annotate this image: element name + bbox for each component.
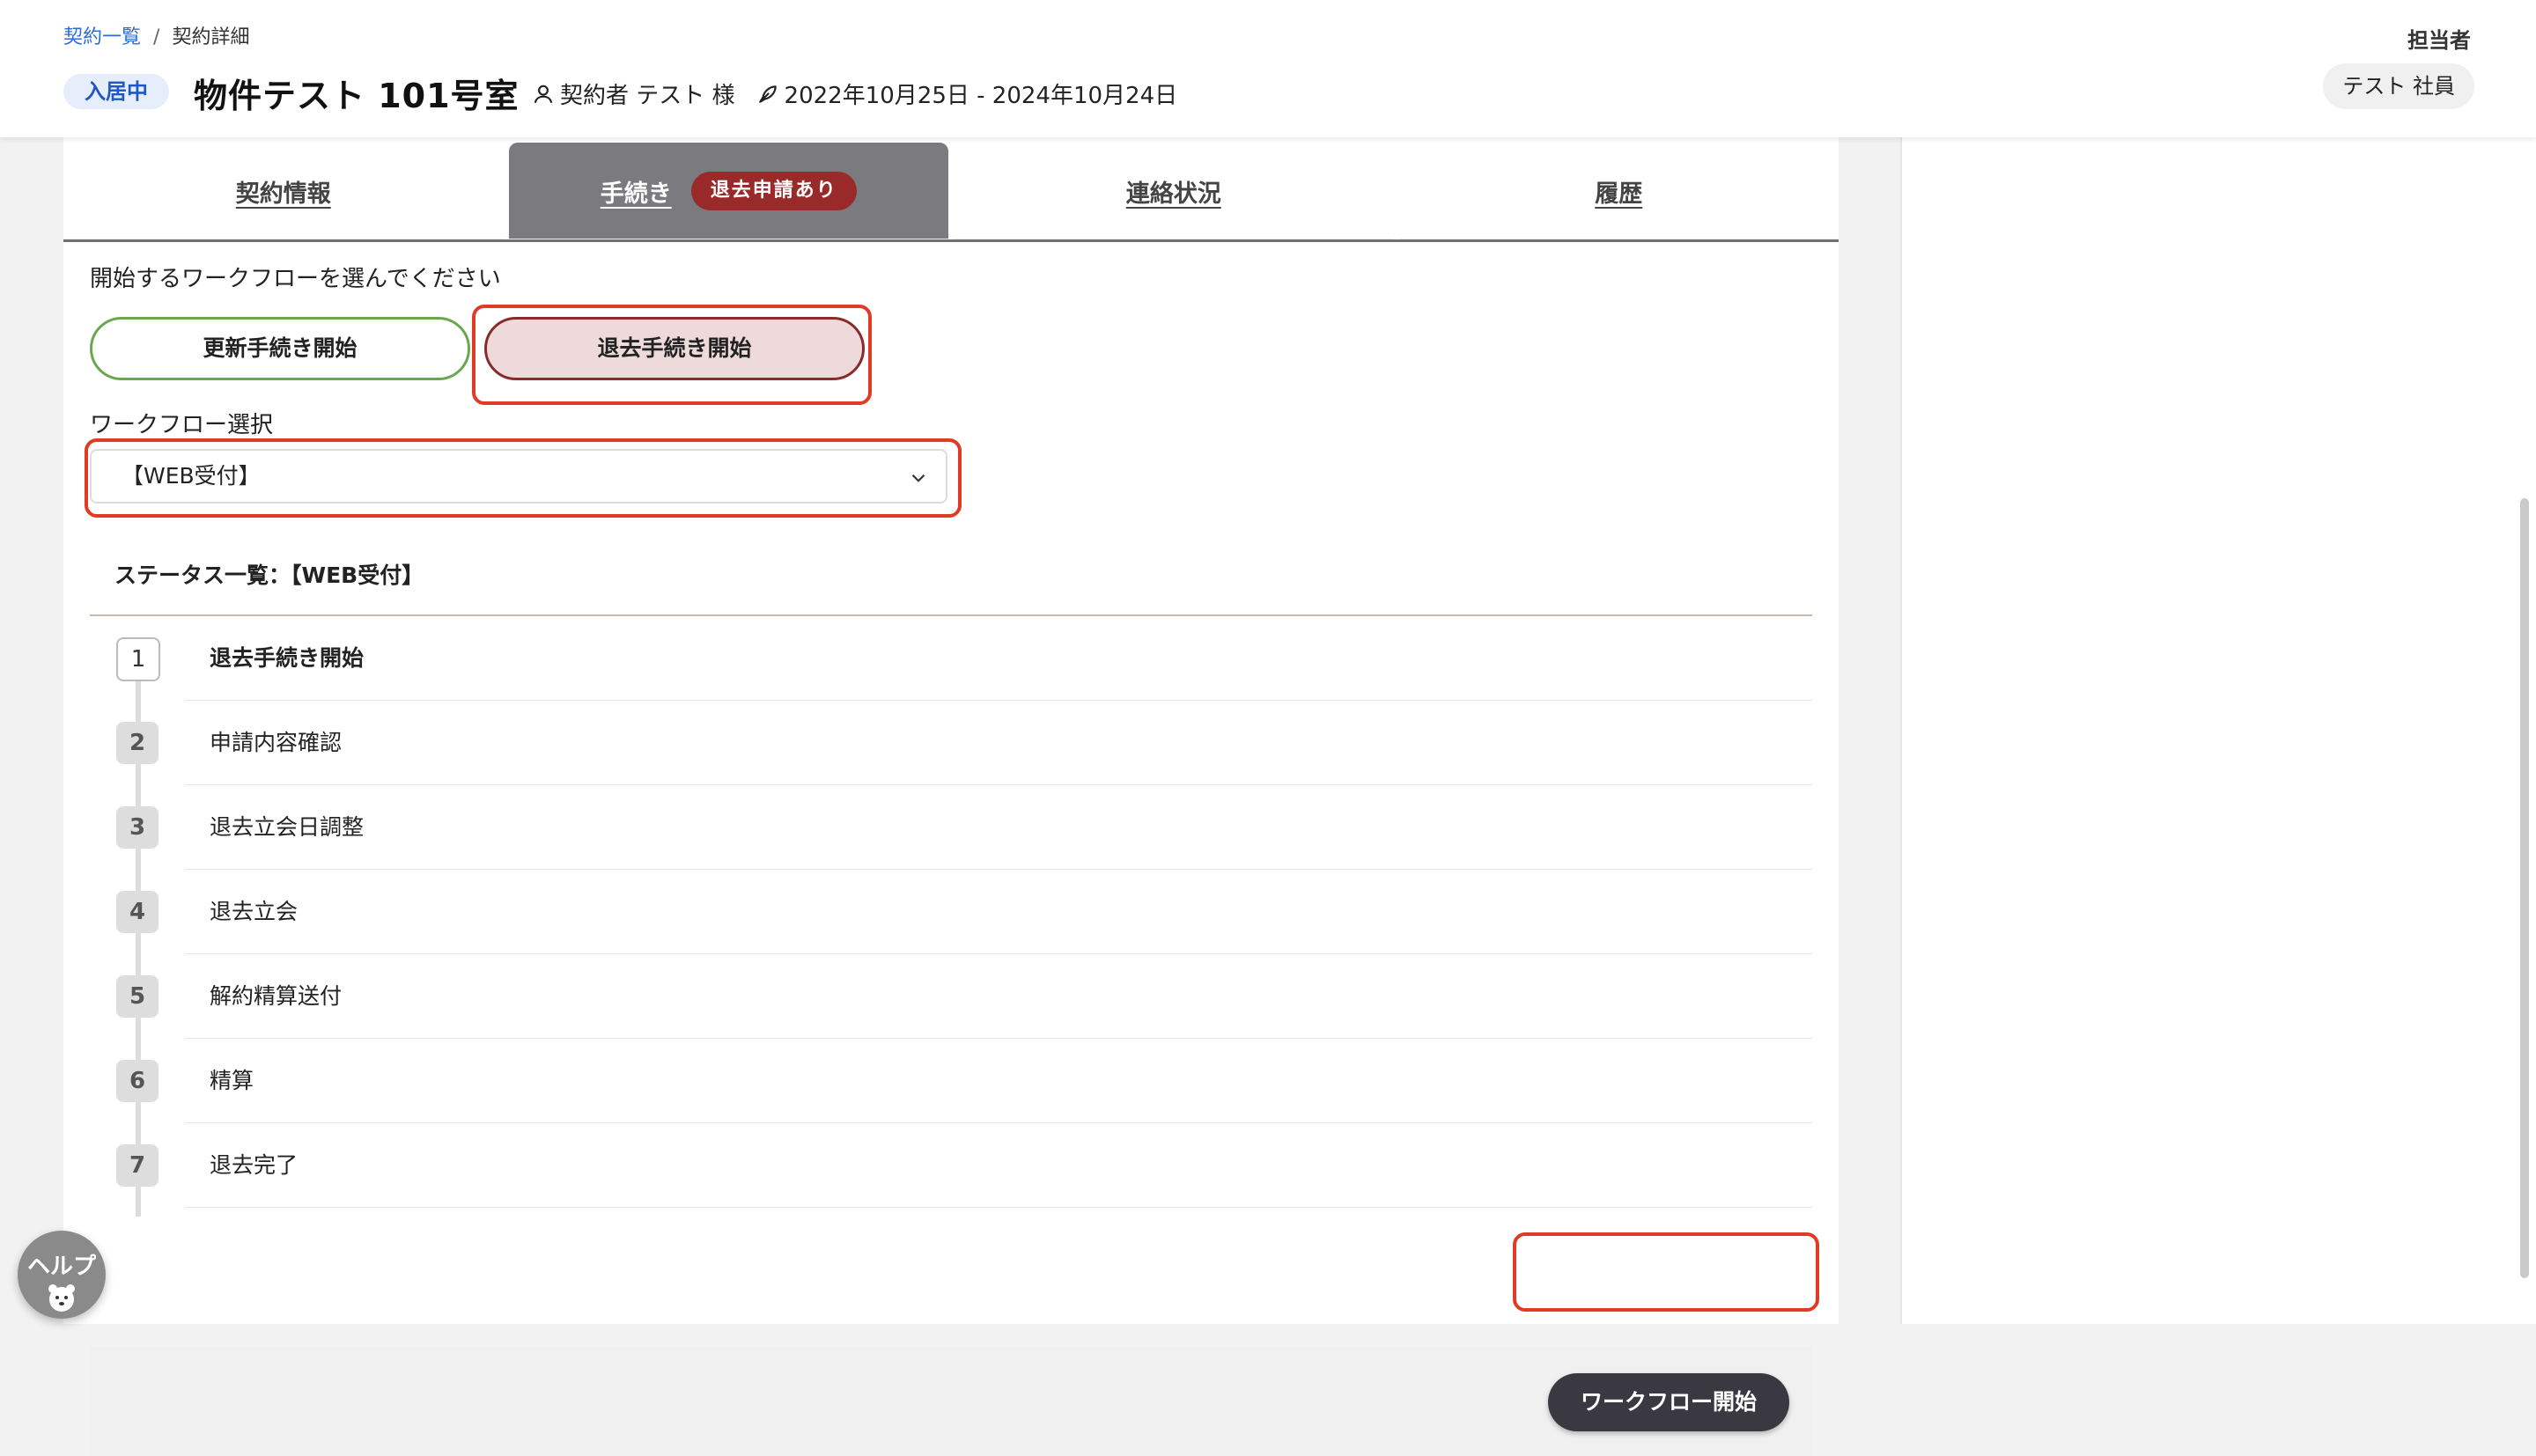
step-name: 申請内容確認 xyxy=(210,730,343,755)
status-badge: 入居中 xyxy=(63,74,169,109)
step-name: 退去立会 xyxy=(210,899,299,924)
help-label: ヘルプ xyxy=(26,1254,96,1280)
status-list-title: ステータス一覧：【WEB受付】 xyxy=(114,563,424,588)
breadcrumb: 契約一覧 / 契約詳細 xyxy=(63,21,249,49)
step-name: 退去手続き開始 xyxy=(210,645,365,671)
mascot-icon xyxy=(48,1284,75,1312)
page-title: 物件テスト 101号室 xyxy=(194,77,520,115)
exit-request-badge: 退去申請あり xyxy=(690,172,857,210)
breadcrumb-current: 契約詳細 xyxy=(172,26,250,48)
tab-history[interactable]: 履歴 xyxy=(1398,143,1839,239)
list-item: 5 解約精算送付 xyxy=(90,954,1812,1039)
step-number: 2 xyxy=(116,722,158,764)
step-number: 4 xyxy=(116,891,158,933)
step-number: 6 xyxy=(116,1060,158,1102)
step-number: 7 xyxy=(116,1144,158,1187)
step-name: 解約精算送付 xyxy=(210,983,343,1009)
exit-start-button[interactable]: 退去手続き開始 xyxy=(484,317,865,380)
list-item: 2 申請内容確認 xyxy=(90,701,1812,785)
list-item: 4 退去立会 xyxy=(90,870,1812,954)
assignee-label: 担当者 xyxy=(2407,28,2471,53)
person-icon xyxy=(534,85,553,103)
list-item: 3 退去立会日調整 xyxy=(90,785,1812,870)
workflow-select-value: 【WEB受付】 xyxy=(122,463,261,489)
right-panel xyxy=(1900,137,2536,1324)
list-item: 1 退去手続き開始 xyxy=(90,616,1812,701)
step-name: 退去完了 xyxy=(210,1152,299,1178)
step-name: 精算 xyxy=(210,1068,254,1093)
tab-bar: 契約情報 手続き 退去申請あり 連絡状況 履歴 xyxy=(63,143,1839,241)
workflow-select[interactable]: 【WEB受付】 xyxy=(90,449,947,504)
tab-label: 連絡状況 xyxy=(1125,180,1221,208)
workflow-start-button[interactable]: ワークフロー開始 xyxy=(1548,1373,1789,1431)
workflow-select-label: ワークフロー選択 xyxy=(90,412,274,438)
scrollbar[interactable] xyxy=(2520,498,2529,1278)
feather-pen-icon xyxy=(758,85,777,103)
breadcrumb-separator: / xyxy=(153,26,160,48)
contract-period: 2022年10月25日 - 2024年10月24日 xyxy=(784,83,1178,109)
tab-contact-status[interactable]: 連絡状況 xyxy=(954,143,1394,239)
page-header: 契約一覧 / 契約詳細 入居中 物件テスト 101号室 契約者 テスト 様 2022… xyxy=(0,0,2536,137)
tab-contract-info[interactable]: 契約情報 xyxy=(63,143,504,239)
step-number: 3 xyxy=(116,806,158,849)
list-item: 7 退去完了 xyxy=(90,1123,1812,1208)
contractor-name: 契約者 テスト 様 xyxy=(560,83,735,109)
step-number: 5 xyxy=(116,975,158,1018)
renewal-start-button[interactable]: 更新手続き開始 xyxy=(90,317,470,380)
tab-divider xyxy=(63,239,1839,242)
tab-procedures[interactable]: 手続き 退去申請あり xyxy=(508,143,948,239)
list-item: 6 精算 xyxy=(90,1039,1812,1123)
tab-label: 履歴 xyxy=(1595,180,1643,208)
main-card: 契約情報 手続き 退去申請あり 連絡状況 履歴 開始するワークフローを選んでくださ… xyxy=(63,137,1839,1456)
breadcrumb-contract-list-link[interactable]: 契約一覧 xyxy=(63,26,141,48)
step-name: 退去立会日調整 xyxy=(210,814,365,840)
tab-label: 手続き xyxy=(600,180,672,208)
tab-label: 契約情報 xyxy=(235,180,331,208)
contract-meta: 契約者 テスト 様 2022年10月25日 - 2024年10月24日 xyxy=(532,77,1177,110)
step-number: 1 xyxy=(116,637,160,681)
help-button[interactable]: ヘルプ xyxy=(18,1231,106,1319)
workflow-prompt: 開始するワークフローを選んでください xyxy=(90,266,501,292)
chevron-down-icon xyxy=(911,474,925,482)
assignee-chip[interactable]: テスト 社員 xyxy=(2323,63,2474,109)
status-step-list: 1 退去手続き開始 2 申請内容確認 3 退去立会日調整 4 退去立会 5 解約… xyxy=(90,616,1812,1347)
